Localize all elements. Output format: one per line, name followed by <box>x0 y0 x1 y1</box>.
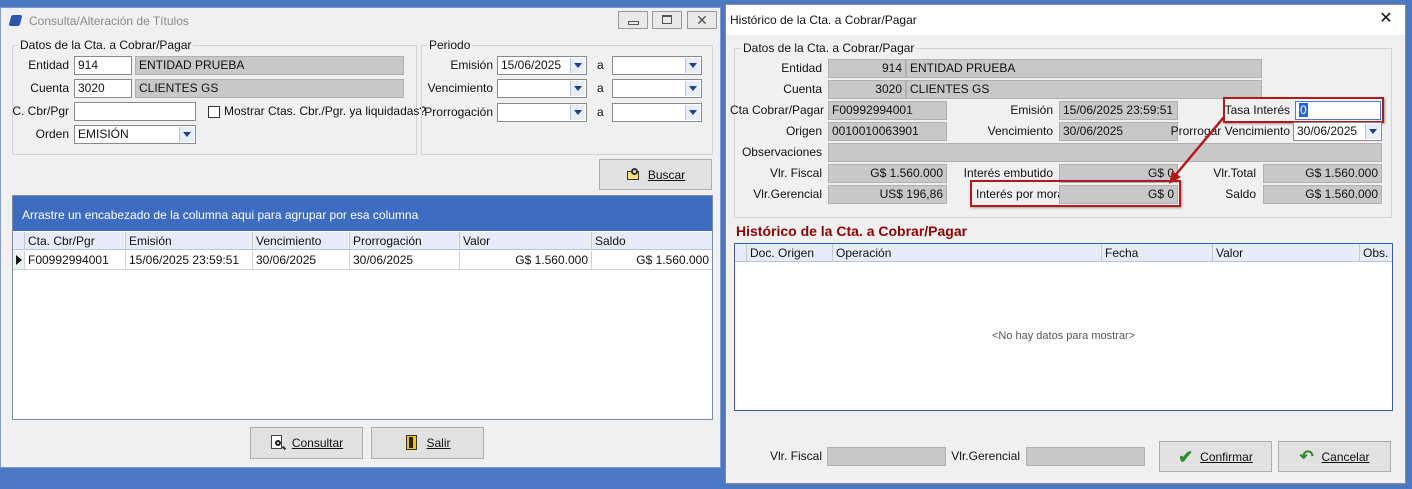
undo-arrow-icon: ↶ <box>1299 446 1314 466</box>
vencimiento-to-date[interactable] <box>612 79 702 98</box>
a-label: a <box>597 81 604 95</box>
checkmark-icon: ✔ <box>1178 446 1194 467</box>
cuenta-name-field: CLIENTES GS <box>135 79 404 98</box>
footer-fiscal-label: Vlr. Fiscal <box>769 449 822 463</box>
cancelar-button[interactable]: ↶ Cancelar <box>1278 441 1391 472</box>
maximize-button[interactable] <box>652 11 682 29</box>
chevron-down-icon <box>685 81 700 96</box>
restore-icon <box>662 15 672 24</box>
emision-label: Emisión <box>450 58 493 72</box>
cancelar-label: Cancelar <box>1321 449 1370 464</box>
ccbr-label: C. Cbr/Pgr <box>12 104 69 118</box>
chevron-down-icon <box>570 81 585 96</box>
orden-select[interactable]: EMISIÓN <box>74 125 196 144</box>
orden-value: EMISIÓN <box>78 127 129 141</box>
confirmar-label: Confirmar <box>1200 449 1253 464</box>
cuenta-code-input[interactable]: 3020 <box>74 79 132 98</box>
a-label: a <box>597 58 604 72</box>
historico-grid: Doc. Origen Operación Fecha Valor Obs. <… <box>734 243 1393 411</box>
left-title-bar[interactable]: Consulta/Alteración de Títulos ✕ <box>1 8 720 34</box>
minimize-icon <box>628 21 639 25</box>
historico-grid-header: Doc. Origen Operación Fecha Valor Obs. <box>735 244 1392 262</box>
footer-fiscal-value <box>827 447 946 466</box>
left-window-title: Consulta/Alteración de Títulos <box>29 14 189 28</box>
col-saldo-header[interactable]: Saldo <box>592 232 712 250</box>
emision-from-date[interactable]: 15/06/2025 <box>497 56 587 75</box>
grid-indicator-header <box>13 232 25 250</box>
col-cta-header[interactable]: Cta. Cbr/Pgr <box>25 232 126 250</box>
h-col-valor[interactable]: Valor <box>1213 244 1360 262</box>
h-indicator-header <box>735 244 747 262</box>
red-arrow-icon <box>1169 116 1225 184</box>
datos-group-title: Datos de la Cta. a Cobrar/Pagar <box>18 38 194 52</box>
cell-valor: G$ 1.560.000 <box>460 251 592 269</box>
entidad-label: Entidad <box>28 58 69 72</box>
h-col-obs[interactable]: Obs. <box>1360 244 1392 262</box>
ccbr-input[interactable] <box>74 102 196 121</box>
vencimiento-from-date[interactable] <box>497 79 587 98</box>
search-icon <box>626 167 642 183</box>
left-window: Consulta/Alteración de Títulos ✕ Datos d… <box>0 7 721 468</box>
confirmar-button[interactable]: ✔ Confirmar <box>1159 441 1272 472</box>
mostrar-checkbox[interactable] <box>208 106 220 118</box>
footer-ger-value <box>1026 447 1145 466</box>
chevron-down-icon <box>685 58 700 73</box>
chevron-down-icon <box>570 58 585 73</box>
cell-vencimiento: 30/06/2025 <box>253 251 350 269</box>
cell-prorrogacion: 30/06/2025 <box>350 251 460 269</box>
cuenta-label: Cuenta <box>30 81 69 95</box>
a-label: a <box>597 105 604 119</box>
col-emision-header[interactable]: Emisión <box>126 232 253 250</box>
right-window: Histórico de la Cta. a Cobrar/Pagar ✕ Da… <box>725 4 1406 484</box>
consultar-button[interactable]: Consultar <box>250 427 363 459</box>
salir-label: Salir <box>426 436 451 450</box>
cell-saldo: G$ 1.560.000 <box>636 253 709 267</box>
buscar-label: Buscar <box>647 167 686 182</box>
historico-title: Histórico de la Cta. a Cobrar/Pagar <box>736 223 968 239</box>
minimize-button[interactable] <box>618 11 648 29</box>
prorrogacion-from-date[interactable] <box>497 103 587 122</box>
group-by-hint: Arrastre un encabezado de la columna aqu… <box>22 208 419 222</box>
emision-to-date[interactable] <box>612 56 702 75</box>
vencimiento-label: Vencimiento <box>427 81 493 95</box>
mostrar-label[interactable]: Mostrar Ctas. Cbr./Pgr. ya liquidadas? <box>224 104 426 119</box>
results-grid: Arrastre un encabezado de la columna aqu… <box>12 195 713 420</box>
cell-cta: F00992994001 <box>25 251 126 269</box>
entidad-code-input[interactable]: 914 <box>74 56 132 75</box>
h-col-operacion[interactable]: Operación <box>833 244 1102 262</box>
prorrogacion-label: Prorrogación <box>424 105 493 119</box>
footer-ger-label: Vlr.Gerencial <box>951 449 1020 463</box>
chevron-down-icon <box>570 105 585 120</box>
entidad-name-field: ENTIDAD PRUEBA <box>135 56 404 75</box>
h-col-fecha[interactable]: Fecha <box>1102 244 1213 262</box>
buscar-button[interactable]: Buscar <box>599 159 712 190</box>
chevron-down-icon <box>179 127 194 142</box>
group-by-panel[interactable]: Arrastre un encabezado de la columna aqu… <box>13 196 712 231</box>
app-icon <box>8 15 23 26</box>
close-button[interactable]: ✕ <box>687 11 717 29</box>
current-row-arrow-icon <box>16 255 22 265</box>
row-indicator <box>13 251 25 269</box>
salir-button[interactable]: Salir <box>371 427 484 459</box>
col-valor-header[interactable]: Valor <box>460 232 592 250</box>
prorrogacion-to-date[interactable] <box>612 103 702 122</box>
table-row[interactable]: F00992994001 15/06/2025 23:59:51 30/06/2… <box>13 251 712 270</box>
chevron-down-icon <box>685 105 700 120</box>
cell-emision: 15/06/2025 23:59:51 <box>126 251 253 269</box>
grid-header: Cta. Cbr/Pgr Emisión Vencimiento Prorrog… <box>13 232 712 250</box>
close-icon: ✕ <box>696 12 708 28</box>
emision-from-value: 15/06/2025 <box>501 58 562 72</box>
empty-message: <No hay datos para mostrar> <box>991 330 1136 342</box>
col-vencimiento-header[interactable]: Vencimiento <box>253 232 350 250</box>
periodo-group-title: Periodo <box>427 38 473 52</box>
h-col-doc-origen[interactable]: Doc. Origen <box>747 244 833 262</box>
magnifier-document-icon <box>270 435 286 451</box>
col-prorrogacion-header[interactable]: Prorrogación <box>350 232 460 250</box>
orden-label: Orden <box>35 127 69 141</box>
consultar-label: Consultar <box>291 436 344 450</box>
exit-door-icon <box>404 435 420 451</box>
